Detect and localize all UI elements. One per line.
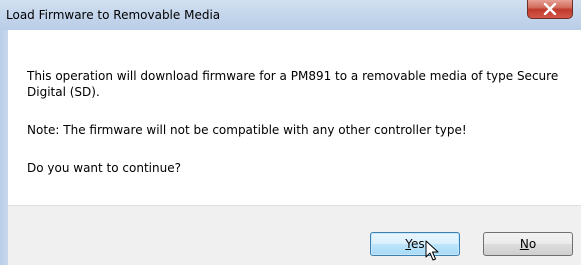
yes-label-rest: es <box>411 237 425 251</box>
no-button[interactable]: No <box>483 232 573 256</box>
message-text: This operation will download firmware fo… <box>27 69 559 99</box>
dialog-content: This operation will download firmware fo… <box>8 30 581 205</box>
yes-button[interactable]: Yes <box>370 232 460 256</box>
question-text: Do you want to continue? <box>27 161 181 175</box>
title-bar: Load Firmware to Removable Media <box>0 0 581 30</box>
no-label-rest: o <box>528 237 537 251</box>
mouse-pointer-icon <box>425 240 439 261</box>
close-icon <box>543 3 557 15</box>
button-bar: Yes No <box>8 205 581 265</box>
dialog-title: Load Firmware to Removable Media <box>6 8 221 22</box>
no-mnemonic: N <box>519 237 529 251</box>
close-button[interactable] <box>527 0 573 19</box>
window-frame-left <box>0 30 8 265</box>
note-text: Note: The firmware will not be compatibl… <box>27 123 467 137</box>
